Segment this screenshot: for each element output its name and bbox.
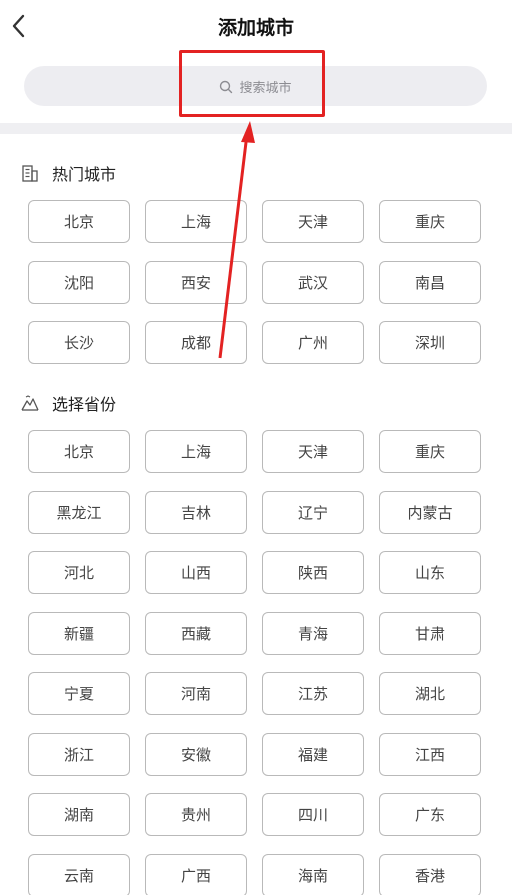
header-bar: 添加城市 <box>0 0 512 52</box>
search-content: 搜索城市 <box>24 77 487 96</box>
province-button[interactable]: 四川 <box>262 793 364 836</box>
province-button[interactable]: 黑龙江 <box>28 490 130 534</box>
section-divider <box>0 123 512 134</box>
hot-city-button[interactable]: 武汉 <box>262 260 364 304</box>
province-button[interactable]: 新疆 <box>28 611 130 655</box>
hot-city-button[interactable]: 广州 <box>262 321 364 364</box>
province-button[interactable]: 江西 <box>379 732 481 776</box>
hot-city-button[interactable]: 成都 <box>145 321 247 364</box>
hot-city-button[interactable]: 沈阳 <box>28 260 130 304</box>
province-button[interactable]: 海南 <box>262 853 364 895</box>
province-button[interactable]: 福建 <box>262 732 364 776</box>
province-button[interactable]: 天津 <box>262 430 364 473</box>
search-icon <box>220 80 233 93</box>
province-button[interactable]: 辽宁 <box>262 490 364 534</box>
province-button[interactable]: 西藏 <box>145 611 247 655</box>
province-button[interactable]: 贵州 <box>145 793 247 836</box>
province-button[interactable]: 河南 <box>145 672 247 715</box>
province-button[interactable]: 内蒙古 <box>379 490 481 534</box>
province-button[interactable]: 北京 <box>28 430 130 473</box>
hot-city-button[interactable]: 西安 <box>145 260 247 304</box>
hot-city-button[interactable]: 南昌 <box>379 260 481 304</box>
province-header: 选择省份 <box>20 391 116 415</box>
province-button[interactable]: 山西 <box>145 551 247 594</box>
province-button[interactable]: 湖北 <box>379 672 481 715</box>
hot-cities-title: 热门城市 <box>52 165 117 184</box>
province-button[interactable]: 湖南 <box>28 793 130 836</box>
province-button[interactable]: 重庆 <box>379 430 481 473</box>
province-button[interactable]: 青海 <box>262 611 364 655</box>
search-bar[interactable]: 搜索城市 <box>24 66 487 106</box>
province-button[interactable]: 河北 <box>28 551 130 594</box>
province-button[interactable]: 山东 <box>379 551 481 594</box>
mountain-icon <box>21 395 39 411</box>
hot-cities-header: 热门城市 <box>20 161 116 185</box>
province-button[interactable]: 甘肃 <box>379 611 481 655</box>
hot-city-button[interactable]: 长沙 <box>28 321 130 364</box>
hot-city-button[interactable]: 重庆 <box>379 200 481 243</box>
hot-city-button[interactable]: 深圳 <box>379 321 481 364</box>
province-button[interactable]: 广东 <box>379 793 481 836</box>
province-button[interactable]: 陕西 <box>262 551 364 594</box>
province-button[interactable]: 宁夏 <box>28 672 130 715</box>
page-title: 添加城市 <box>217 17 294 39</box>
search-placeholder: 搜索城市 <box>239 81 292 96</box>
building-icon <box>22 165 38 182</box>
province-button[interactable]: 上海 <box>145 430 247 473</box>
province-button[interactable]: 安徽 <box>145 732 247 776</box>
province-button[interactable]: 广西 <box>145 853 247 895</box>
hot-city-button[interactable]: 上海 <box>145 200 247 243</box>
province-button[interactable]: 江苏 <box>262 672 364 715</box>
hot-city-button[interactable]: 天津 <box>262 200 364 243</box>
province-button[interactable]: 吉林 <box>145 490 247 534</box>
province-button[interactable]: 香港 <box>379 853 481 895</box>
province-button[interactable]: 浙江 <box>28 732 130 776</box>
province-button[interactable]: 云南 <box>28 853 130 895</box>
province-title: 选择省份 <box>52 395 117 414</box>
hot-city-button[interactable]: 北京 <box>28 200 130 243</box>
